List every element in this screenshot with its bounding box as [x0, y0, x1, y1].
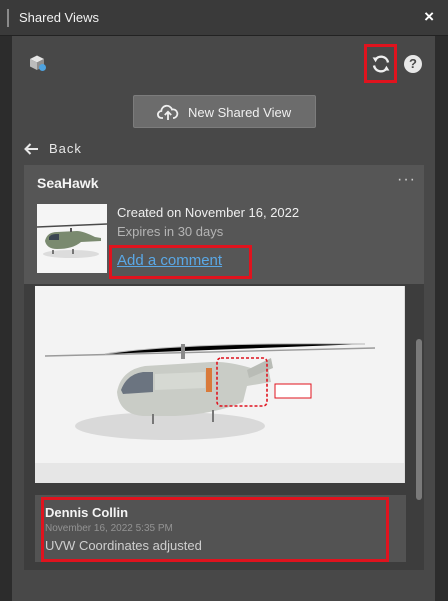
created-date: Created on November 16, 2022	[117, 205, 300, 220]
back-label: Back	[49, 141, 82, 156]
shared-view-thumbnail[interactable]	[37, 204, 107, 273]
help-icon[interactable]: ?	[404, 55, 422, 73]
add-comment-highlight-box	[109, 245, 252, 279]
arrow-left-icon	[24, 143, 38, 155]
shared-view-card: SeaHawk ··· Created on November 16, 2022…	[24, 165, 424, 570]
refresh-highlight-box	[364, 44, 397, 83]
title-bar: Shared Views ×	[0, 0, 448, 36]
new-shared-view-label: New Shared View	[188, 105, 292, 120]
card-scrollbar[interactable]	[416, 339, 422, 500]
cloud-upload-icon	[157, 104, 179, 120]
window-title: Shared Views	[19, 10, 99, 25]
comment-highlight-box	[41, 497, 389, 562]
shared-views-panel: ? New Shared View Back SeaHawk ··· Creat…	[12, 36, 435, 601]
close-icon[interactable]: ×	[424, 7, 434, 27]
comment-item: Dennis Collin November 16, 2022 5:35 PM …	[35, 495, 406, 562]
more-options-icon[interactable]: ···	[397, 171, 416, 189]
drag-grip[interactable]	[7, 9, 9, 27]
cube-share-icon[interactable]	[27, 53, 47, 73]
shared-view-header: SeaHawk ··· Created on November 16, 2022…	[24, 165, 424, 284]
expiry-text: Expires in 30 days	[117, 224, 224, 239]
shared-view-preview[interactable]	[35, 286, 405, 483]
shared-view-title: SeaHawk	[37, 175, 99, 191]
new-shared-view-button[interactable]: New Shared View	[133, 95, 316, 128]
